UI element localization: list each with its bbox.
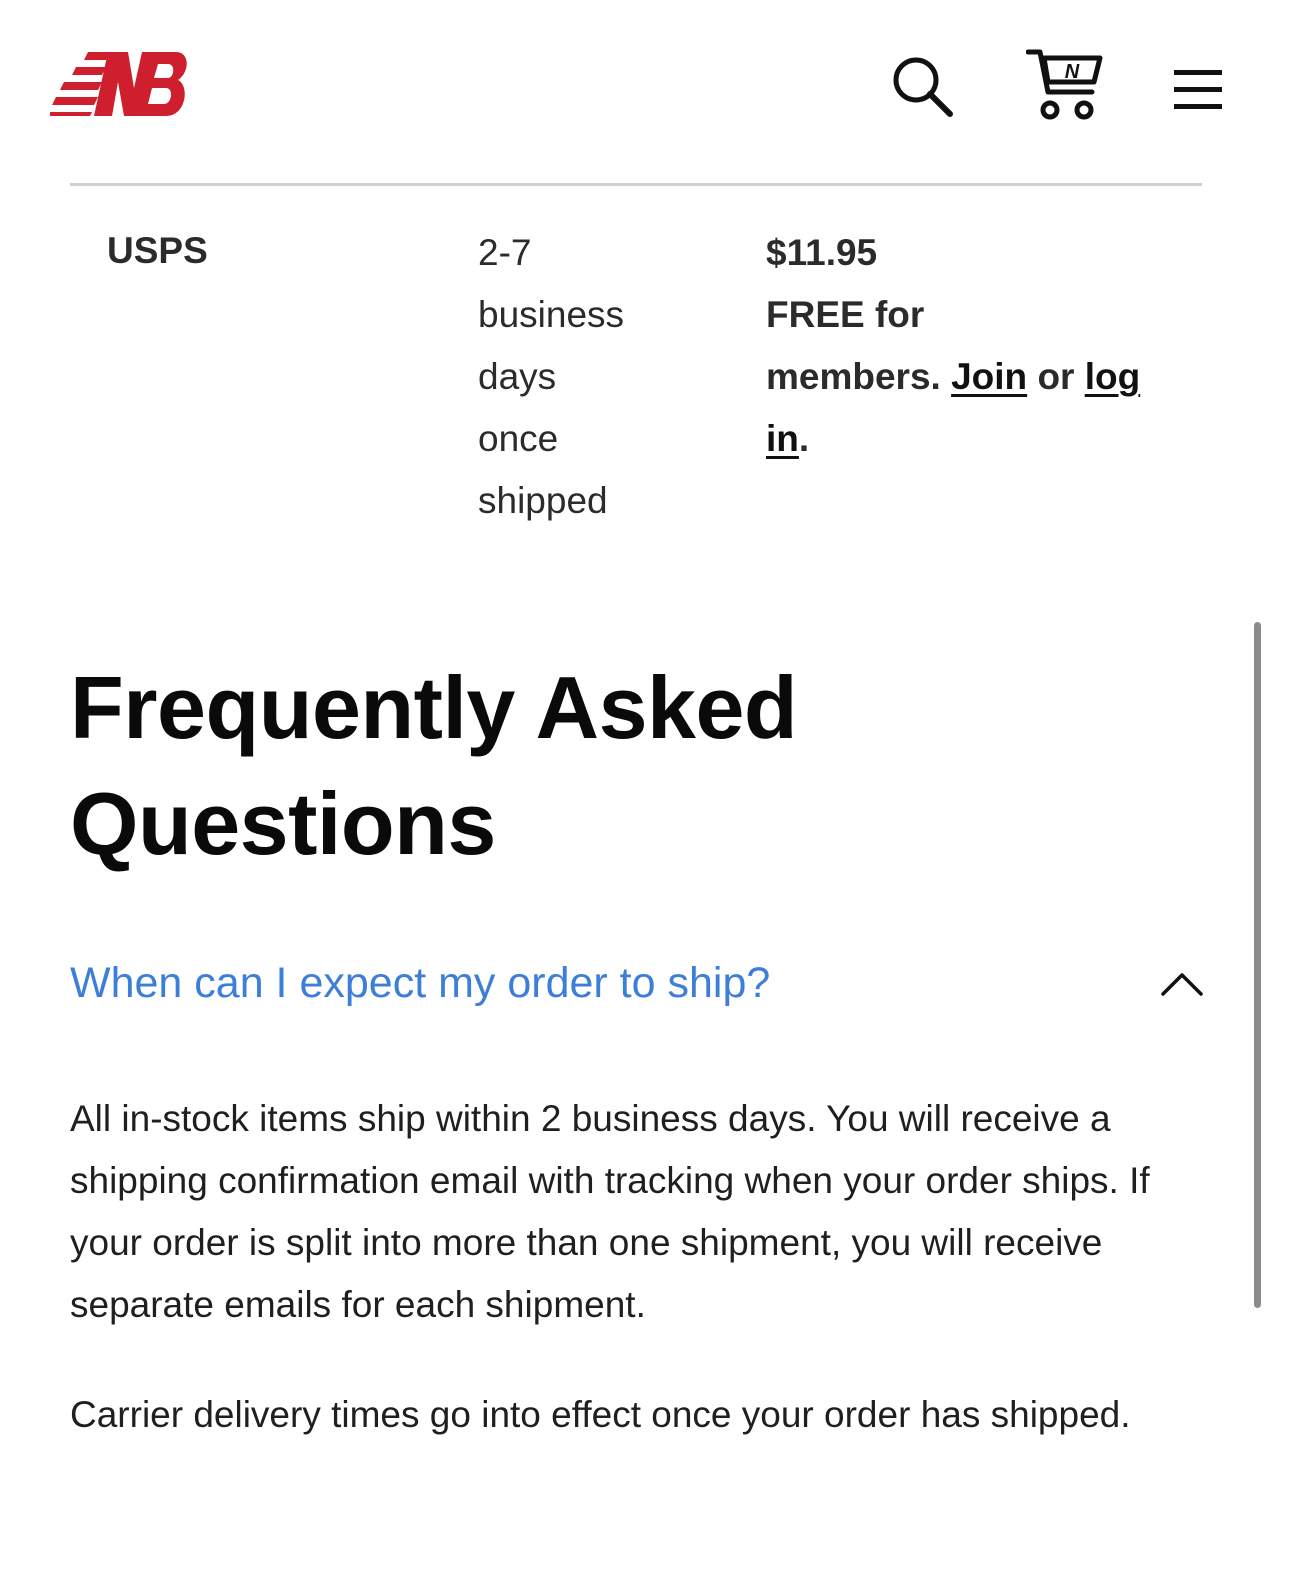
cart-button[interactable]: N	[1025, 46, 1106, 124]
scrollbar-thumb[interactable]	[1254, 622, 1261, 1308]
site-header: N	[0, 0, 1289, 170]
faq-heading-line-1: Frequently Asked	[70, 658, 798, 757]
faq-heading-line-2: Questions	[70, 774, 496, 873]
page: N USPS 2-7 business days once shipped $1…	[0, 0, 1289, 1589]
login-link-part-1[interactable]: log	[1085, 356, 1140, 397]
faq-question-toggle[interactable]: When can I expect my order to ship?	[70, 950, 1203, 1022]
new-balance-logo[interactable]	[50, 48, 190, 120]
delivery-estimate: 2-7 business days once shipped	[478, 222, 668, 532]
faq-heading: Frequently Asked Questions	[70, 650, 970, 882]
period-text: .	[798, 418, 810, 459]
faq-answer-paragraph: Carrier delivery times go into effect on…	[70, 1394, 1131, 1435]
free-for-text: FREE for	[766, 294, 925, 335]
login-link-part-2[interactable]: in	[766, 418, 799, 459]
members-text: members.	[766, 356, 941, 397]
search-button[interactable]	[888, 52, 958, 122]
page-scrollbar[interactable]	[1252, 620, 1264, 1310]
eta-line: 2-7	[478, 232, 532, 273]
nb-logo-icon	[50, 52, 187, 116]
shipping-price: $11.95 FREE for members. Join or log in.	[766, 222, 1186, 470]
login-line: in.	[766, 408, 1186, 470]
cart-icon: N	[1025, 49, 1103, 120]
chevron-up-icon	[1161, 973, 1203, 996]
eta-line: business	[478, 294, 625, 335]
menu-button[interactable]	[1170, 64, 1226, 116]
table-divider	[70, 183, 1202, 186]
hamburger-menu-icon	[1174, 70, 1222, 109]
faq-answer-paragraph: All in-stock items ship within 2 busines…	[70, 1098, 1150, 1325]
faq-question-text: When can I expect my order to ship?	[70, 959, 771, 1007]
eta-line: once	[478, 418, 559, 459]
or-text: or	[1037, 356, 1075, 397]
eta-line: days	[478, 356, 557, 397]
search-icon	[893, 57, 953, 117]
carrier-name: USPS	[107, 230, 208, 271]
faq-answer: All in-stock items ship within 2 busines…	[70, 1088, 1210, 1494]
members-line: members. Join or log	[766, 346, 1186, 408]
price-amount: $11.95	[766, 232, 878, 273]
join-link[interactable]: Join	[951, 356, 1027, 397]
eta-line: shipped	[478, 480, 608, 521]
cart-badge-letter: N	[1065, 61, 1080, 83]
